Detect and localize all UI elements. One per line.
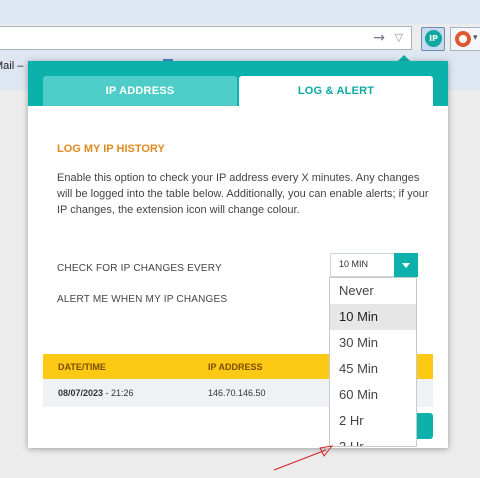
option-2-hr[interactable]: 2 Hr bbox=[330, 408, 416, 434]
section-title: LOG MY IP HISTORY bbox=[57, 143, 165, 155]
row-time: - 21:26 bbox=[103, 388, 134, 398]
check-interval-label: CHECK FOR IP CHANGES EVERY bbox=[57, 263, 222, 274]
interval-select[interactable]: 10 MIN bbox=[330, 253, 418, 277]
tab-log-alert[interactable]: LOG & ALERT bbox=[239, 76, 433, 106]
tab-ip-address[interactable]: IP ADDRESS bbox=[43, 76, 237, 106]
row-datetime: 08/07/2023 - 21:26 bbox=[58, 388, 134, 398]
browser-tab-strip bbox=[0, 0, 480, 24]
duckduckgo-icon bbox=[455, 31, 471, 47]
column-header-datetime: DATE/TIME bbox=[58, 362, 106, 372]
option-3-hr[interactable]: 3 Hr bbox=[330, 434, 416, 446]
interval-dropdown-list: Never 10 Min 30 Min 45 Min 60 Min 2 Hr 3… bbox=[329, 277, 417, 447]
option-never[interactable]: Never bbox=[330, 278, 416, 304]
annotation-arrow-icon bbox=[273, 445, 334, 471]
url-dropdown-icon[interactable]: ▽ bbox=[395, 31, 403, 44]
ip-extension-icon: IP bbox=[425, 30, 442, 47]
duckduckgo-button[interactable]: ▾ bbox=[450, 27, 480, 51]
clear-log-button[interactable] bbox=[417, 413, 433, 439]
column-header-ip: IP ADDRESS bbox=[208, 362, 263, 372]
row-date: 08/07/2023 bbox=[58, 388, 104, 398]
go-arrow-icon[interactable]: → bbox=[373, 30, 385, 46]
tab-bar: IP ADDRESS LOG & ALERT bbox=[28, 61, 448, 106]
row-ip: 146.70.146.50 bbox=[208, 388, 266, 398]
dropdown-arrow-icon[interactable] bbox=[394, 253, 418, 277]
option-60-min[interactable]: 60 Min bbox=[330, 382, 416, 408]
bookmark-mail[interactable]: Mail – bbox=[0, 60, 23, 72]
url-bar[interactable]: → ▽ bbox=[0, 26, 412, 50]
option-45-min[interactable]: 45 Min bbox=[330, 356, 416, 382]
ip-extension-button[interactable]: IP bbox=[421, 27, 445, 51]
alert-label: ALERT ME WHEN MY IP CHANGES bbox=[57, 294, 228, 305]
chevron-down-icon[interactable]: ▾ bbox=[473, 33, 478, 43]
option-10-min[interactable]: 10 Min bbox=[330, 304, 416, 330]
option-30-min[interactable]: 30 Min bbox=[330, 330, 416, 356]
description-text: Enable this option to check your IP addr… bbox=[57, 172, 429, 216]
interval-select-value: 10 MIN bbox=[339, 259, 369, 269]
